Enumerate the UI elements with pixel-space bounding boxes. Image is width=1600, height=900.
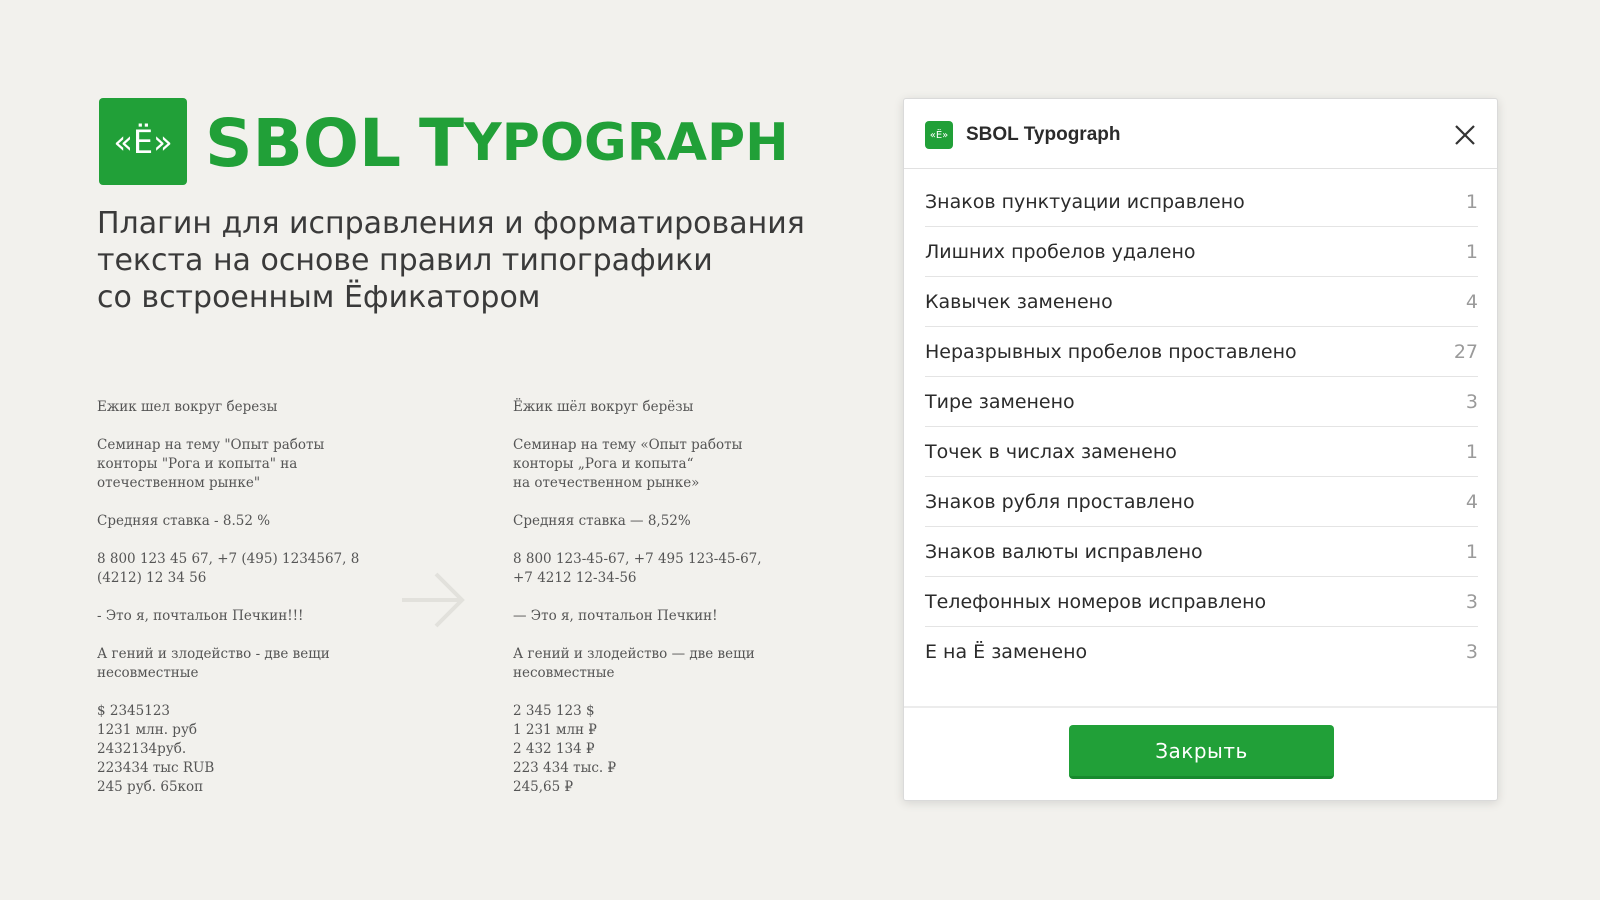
dialog-header: «Ё» SBOL Typograph [904,99,1497,169]
sample-before-text: Ежик шел вокруг березы Семинар на тему "О… [97,398,397,816]
stat-value: 1 [1465,541,1478,563]
stat-label: Неразрывных пробелов проставлено [925,341,1297,363]
logo-icon: «Ё» [99,98,187,185]
stat-value: 4 [1465,491,1478,513]
sample-paragraph: А гений и злодейство - две вещи несовмест… [97,645,397,683]
stat-value: 3 [1465,641,1478,663]
stat-label: Телефонных номеров исправлено [925,591,1267,613]
sample-after-text: Ёжик шёл вокруг берёзы Семинар на тему «О… [513,398,813,816]
dialog-footer: Закрыть [904,706,1497,802]
stat-value: 3 [1465,591,1478,613]
stat-row: Знаков рубля проставлено 4 [925,477,1478,527]
sample-line: - Это я, почтальон Печкин!!! [97,608,304,624]
sample-line: 8 800 123 45 67, +7 (495) 1234567, 8 [97,551,360,567]
sample-paragraph: Ёжик шёл вокруг берёзы [513,398,813,417]
stat-label: Лишних пробелов удалено [925,241,1196,263]
tagline-line: текста на основе правил типографики [97,243,713,278]
sample-line: 2 432 134 ₽ [513,741,595,757]
stat-value: 27 [1453,341,1478,363]
arrow-right-icon [402,572,465,628]
sample-line: 245 руб. 65коп [97,779,204,795]
typograph-dialog: «Ё» SBOL Typograph Знаков пунктуации исп… [903,98,1498,801]
sample-line: на отечественном рынке» [513,475,700,491]
stat-value: 1 [1465,241,1478,263]
sample-line: Средняя ставка — 8,52% [513,513,691,529]
tagline: Плагин для исправления и форматирования … [97,205,817,316]
sample-paragraph: - Это я, почтальон Печкин!!! [97,607,397,626]
stat-row: Точек в числах заменено 1 [925,427,1478,477]
tagline-line: Плагин для исправления и форматирования [97,206,805,241]
sample-paragraph: 8 800 123 45 67, +7 (495) 1234567, 8 (421… [97,550,397,588]
sample-paragraph: $ 2345123 1231 млн. руб 2432134руб. 223434 … [97,702,397,797]
stat-value: 1 [1465,191,1478,213]
sample-paragraph: Средняя ставка - 8.52 % [97,512,397,531]
sample-line: отечественном рынке" [97,475,261,491]
sample-line: конторы „Рога и копыта“ [513,456,694,472]
sample-line: 1231 млн. руб [97,722,198,738]
stat-label: Знаков валюты исправлено [925,541,1203,563]
sample-line: конторы "Рога и копыта" на [97,456,298,472]
close-button[interactable]: Закрыть [1069,725,1334,779]
stat-row: Телефонных номеров исправлено 3 [925,577,1478,627]
stat-row: Кавычек заменено 4 [925,277,1478,327]
sample-line: (4212) 12 34 56 [97,570,207,586]
sample-line: Семинар на тему "Опыт работы [97,437,325,453]
stat-label: Тире заменено [925,391,1075,413]
stat-value: 4 [1465,291,1478,313]
stat-value: 1 [1465,441,1478,463]
stat-row: Е на Ё заменено 3 [925,627,1478,677]
sample-line: 8 800 123-45-67, +7 495 123-45-67, [513,551,762,567]
brand-title-rest: YPOGRAPH [464,113,789,173]
sample-line: 2432134руб. [97,741,187,757]
sample-line: Ежик шел вокруг березы [97,399,278,415]
sample-line: 223 434 тыс. ₽ [513,760,617,776]
stat-row: Знаков валюты исправлено 1 [925,527,1478,577]
stats-list: Знаков пунктуации исправлено 1 Лишних проб… [925,177,1478,677]
close-icon[interactable] [1452,122,1478,148]
sample-line: 223434 тыс RUB [97,760,215,776]
brand-title-first: SBOL [205,104,402,182]
stat-row: Неразрывных пробелов проставлено 27 [925,327,1478,377]
stat-label: Знаков пунктуации исправлено [925,191,1245,213]
sample-line: А гений и злодейство — две вещи [513,646,755,662]
sample-paragraph: Семинар на тему "Опыт работы конторы "Рог… [97,436,397,493]
sample-line: Средняя ставка - 8.52 % [97,513,271,529]
dialog-title: SBOL Typograph [966,124,1121,145]
stat-row: Тире заменено 3 [925,377,1478,427]
sample-line: несовместные [513,665,615,681]
sample-line: — Это я, почтальон Печкин! [513,608,718,624]
app-icon: «Ё» [925,121,953,149]
stat-label: Е на Ё заменено [925,641,1088,663]
sample-paragraph: 8 800 123-45-67, +7 495 123-45-67, +7 421… [513,550,813,588]
stat-label: Знаков рубля проставлено [925,491,1195,513]
stat-label: Точек в числах заменено [925,441,1177,463]
sample-line: 2 345 123 $ [513,703,595,719]
sample-paragraph: — Это я, почтальон Печкин! [513,607,813,626]
stat-row: Лишних пробелов удалено 1 [925,227,1478,277]
sample-paragraph: А гений и злодейство — две вещи несовмест… [513,645,813,683]
sample-line: Семинар на тему «Опыт работы [513,437,743,453]
stat-label: Кавычек заменено [925,291,1113,313]
sample-paragraph: Семинар на тему «Опыт работы конторы „Рог… [513,436,813,493]
sample-line: несовместные [97,665,199,681]
app-icon-glyph: «Ё» [929,129,949,141]
sample-line: А гений и злодейство - две вещи [97,646,330,662]
stat-row: Знаков пунктуации исправлено 1 [925,177,1478,227]
sample-paragraph: Ежик шел вокруг березы [97,398,397,417]
promo-canvas: «Ё» SBOL T YPOGRAPH Плагин для исправлен… [0,0,1600,900]
sample-line: $ 2345123 [97,703,171,719]
brand-title: SBOL T YPOGRAPH [205,103,789,183]
tagline-line: со встроенным Ёфикатором [97,280,541,315]
sample-line: 245,65 ₽ [513,779,574,795]
brand-title-initial: T [419,104,465,182]
stat-value: 3 [1465,391,1478,413]
sample-paragraph: Средняя ставка — 8,52% [513,512,813,531]
sample-line: Ёжик шёл вокруг берёзы [513,399,694,415]
sample-line: 1 231 млн ₽ [513,722,597,738]
logo-glyph: «Ё» [113,122,173,161]
sample-line: +7 4212 12-34-56 [513,570,637,586]
sample-paragraph: 2 345 123 $ 1 231 млн ₽ 2 432 134 ₽ 223 434… [513,702,813,797]
